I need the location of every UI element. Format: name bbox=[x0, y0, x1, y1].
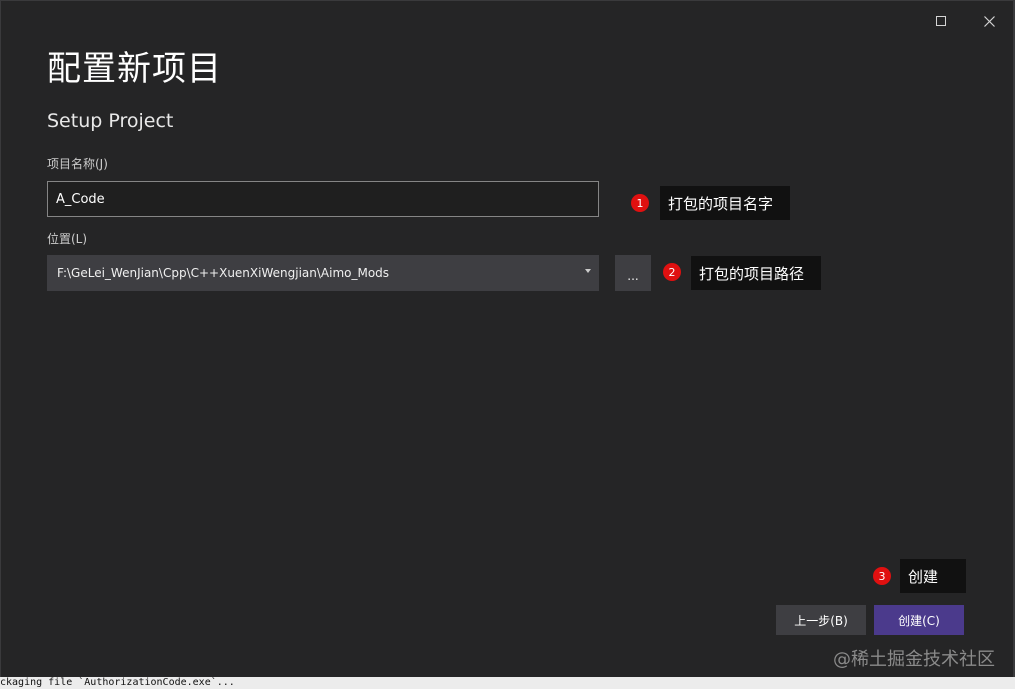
location-select[interactable]: F:\GeLei_WenJian\Cpp\C++XuenXiWengjian\A… bbox=[47, 255, 599, 291]
maximize-button[interactable] bbox=[929, 9, 953, 33]
location-label: 位置(L) bbox=[47, 232, 88, 246]
annotation-marker-3: 3 bbox=[873, 567, 891, 585]
console-status-line: ckaging file `AuthorizationCode.exe`... bbox=[0, 677, 1015, 689]
setup-project-window: 配置新项目 Setup Project 项目名称(J) 位置(L) F:\GeL… bbox=[0, 0, 1015, 677]
project-name-input[interactable] bbox=[47, 181, 599, 217]
watermark: @稀土掘金技术社区 bbox=[833, 649, 995, 670]
annotation-marker-1: 1 bbox=[631, 194, 649, 212]
annotation-note-2: 打包的项目路径 bbox=[691, 256, 821, 290]
location-value: F:\GeLei_WenJian\Cpp\C++XuenXiWengjian\A… bbox=[57, 266, 390, 280]
annotation-note-3: 创建 bbox=[900, 559, 966, 593]
page-title: 配置新项目 bbox=[47, 49, 222, 89]
create-button[interactable]: 创建(C) bbox=[874, 605, 964, 635]
annotation-marker-2: 2 bbox=[663, 263, 681, 281]
close-icon bbox=[983, 15, 995, 27]
annotation-note-1: 打包的项目名字 bbox=[660, 186, 790, 220]
project-name-label: 项目名称(J) bbox=[47, 157, 108, 171]
page-subtitle: Setup Project bbox=[47, 110, 174, 132]
previous-button[interactable]: 上一步(B) bbox=[776, 605, 866, 635]
maximize-icon bbox=[936, 16, 946, 26]
browse-button[interactable]: ... bbox=[615, 255, 651, 291]
close-button[interactable] bbox=[977, 9, 1001, 33]
chevron-down-icon bbox=[585, 269, 591, 273]
